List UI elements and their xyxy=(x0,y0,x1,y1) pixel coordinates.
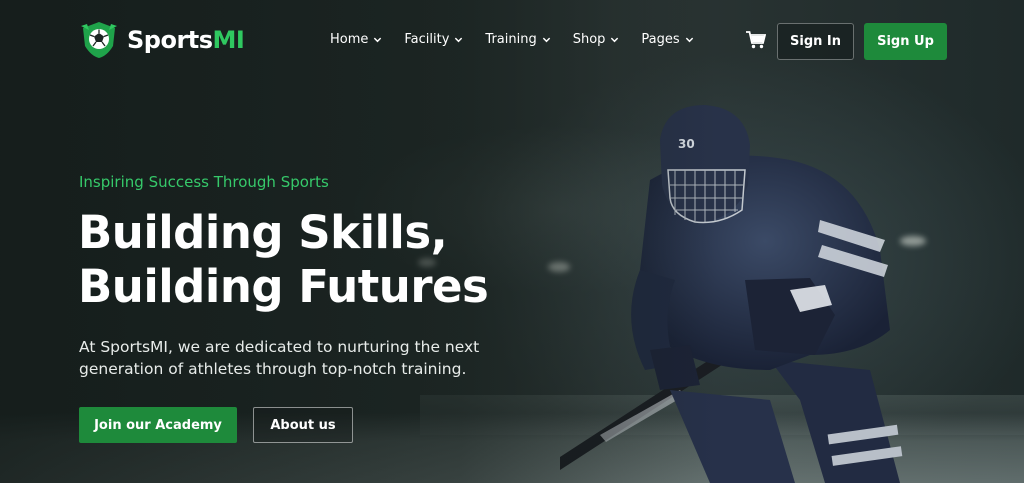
hero-description-line1: At SportsMI, we are dedicated to nurturi… xyxy=(79,338,480,356)
soccer-ball-shield-icon xyxy=(81,22,117,58)
chevron-down-icon xyxy=(455,37,463,43)
nav-item-label: Training xyxy=(485,32,537,47)
hero-description-line2: generation of athletes through top-notch… xyxy=(79,360,467,378)
about-us-button[interactable]: About us xyxy=(253,407,353,443)
join-academy-button[interactable]: Join our Academy xyxy=(79,407,237,443)
chevron-down-icon xyxy=(685,37,693,43)
nav-item-label: Home xyxy=(330,32,369,47)
hero-description: At SportsMI, we are dedicated to nurturi… xyxy=(79,336,499,380)
brand-logo[interactable]: SportsMI xyxy=(79,20,245,60)
chevron-down-icon xyxy=(374,37,382,43)
brand-name-main: Sports xyxy=(127,26,213,54)
chevron-down-icon xyxy=(542,37,550,43)
hero-headline-line1: Building Skills, xyxy=(78,206,448,259)
nav-item-pages[interactable]: Pages xyxy=(641,32,693,47)
sign-in-button[interactable]: Sign In xyxy=(777,23,854,60)
nav-item-training[interactable]: Training xyxy=(485,32,550,47)
sign-up-button[interactable]: Sign Up xyxy=(864,23,947,60)
main-nav: Home Facility Training Shop Pages xyxy=(330,32,694,47)
nav-item-label: Facility xyxy=(404,32,450,47)
hero-headline-line2: Building Futures xyxy=(78,260,489,313)
hero-eyebrow: Inspiring Success Through Sports xyxy=(79,173,329,191)
cart-icon[interactable] xyxy=(746,31,766,49)
site-header: SportsMI Home Facility Training Shop Pag… xyxy=(0,0,1024,82)
nav-item-facility[interactable]: Facility xyxy=(404,32,463,47)
nav-item-home[interactable]: Home xyxy=(330,32,382,47)
brand-name-accent: MI xyxy=(212,26,245,54)
chevron-down-icon xyxy=(611,37,619,43)
nav-item-shop[interactable]: Shop xyxy=(573,32,620,47)
nav-item-label: Shop xyxy=(572,32,606,47)
brand-name: SportsMI xyxy=(127,26,245,54)
hero-headline: Building Skills, Building Futures xyxy=(78,206,489,314)
nav-item-label: Pages xyxy=(641,32,680,47)
